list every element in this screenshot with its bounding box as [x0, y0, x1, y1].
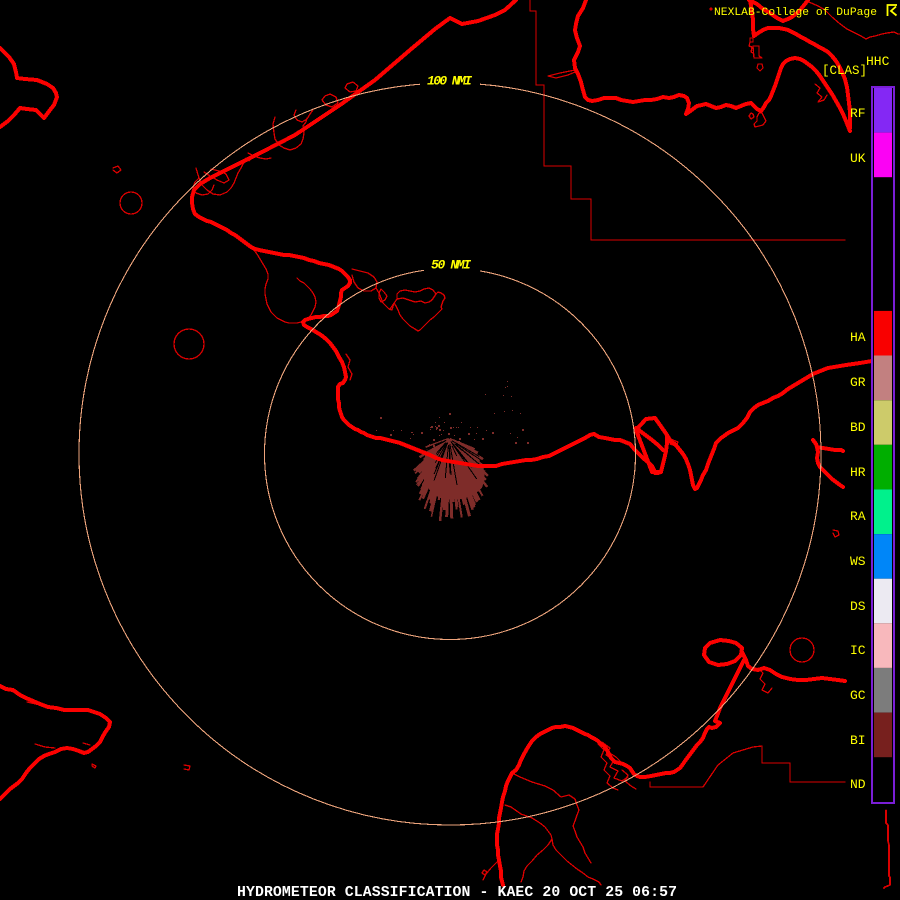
svg-text:DS: DS — [850, 599, 866, 614]
svg-text:HA: HA — [850, 330, 866, 345]
svg-text:RF: RF — [850, 106, 866, 121]
svg-text:[CLAS]: [CLAS] — [822, 64, 867, 78]
svg-text:100 NMI: 100 NMI — [427, 74, 472, 89]
svg-text:HHC: HHC — [866, 54, 890, 69]
svg-text:RA: RA — [850, 509, 866, 524]
svg-text:GR: GR — [850, 375, 866, 390]
svg-text:BI: BI — [850, 733, 866, 748]
svg-text:NEXLAB-College of DuPage: NEXLAB-College of DuPage — [714, 7, 877, 19]
svg-text:IC: IC — [850, 643, 866, 658]
svg-text:GC: GC — [850, 688, 866, 703]
svg-text:UK: UK — [850, 151, 866, 166]
svg-text:HR: HR — [850, 465, 866, 480]
svg-text:HYDROMETEOR CLASSIFICATION - K: HYDROMETEOR CLASSIFICATION - KAEC 20 OCT… — [237, 885, 677, 900]
svg-text:BD: BD — [850, 420, 866, 435]
svg-text:ND: ND — [850, 777, 866, 792]
svg-text:WS: WS — [850, 554, 866, 569]
svg-text:50 NMI: 50 NMI — [431, 258, 471, 273]
